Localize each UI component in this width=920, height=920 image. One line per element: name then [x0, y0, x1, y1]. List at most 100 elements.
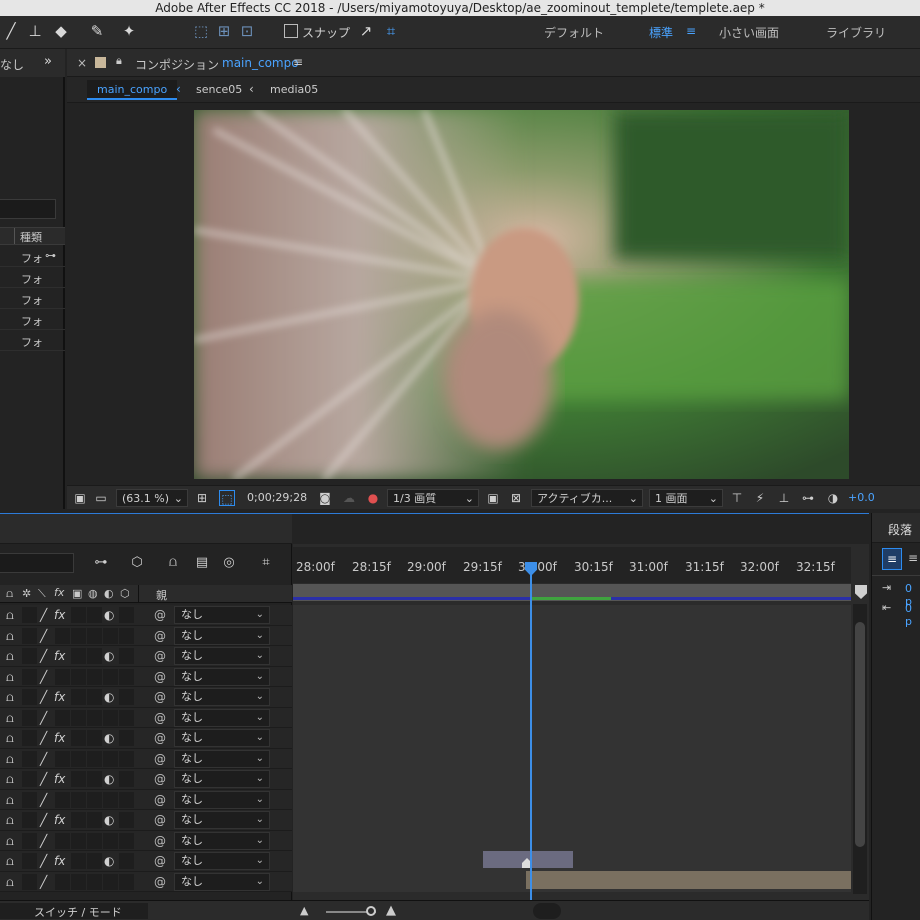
3d-switch[interactable]	[119, 730, 134, 746]
pick-whip-icon[interactable]: @	[154, 710, 166, 726]
shy-switch-icon[interactable]: ⩍	[6, 792, 14, 808]
playhead-line[interactable]	[530, 562, 532, 907]
3d-switch[interactable]	[119, 709, 134, 726]
effects-switch[interactable]	[55, 668, 70, 685]
layer-clip[interactable]	[526, 871, 851, 889]
motion-blur-switch[interactable]	[87, 709, 102, 726]
layer-row[interactable]: ⩍ ╱ fx ◐ @ なし ⌄	[0, 605, 292, 626]
effects-switch[interactable]	[55, 750, 70, 767]
effects-switch-icon[interactable]: fx	[54, 648, 65, 664]
motion-blur-switch[interactable]	[87, 730, 102, 746]
pick-whip-icon[interactable]: @	[154, 607, 166, 623]
parent-select[interactable]: なし ⌄	[174, 667, 270, 686]
collapse-switch[interactable]	[22, 853, 37, 869]
local-axis-icon[interactable]: ⬚	[190, 20, 212, 42]
quality-icon[interactable]: ⟍	[38, 587, 46, 601]
pick-whip-icon[interactable]: @	[154, 833, 166, 849]
pick-whip-icon[interactable]: @	[154, 730, 166, 746]
color-channels-icon[interactable]: ●	[365, 490, 381, 506]
project-row[interactable]: フォ	[0, 331, 65, 351]
layer-track[interactable]	[293, 789, 851, 810]
shy-layers-icon[interactable]: ⩍	[164, 554, 182, 572]
layer-search-input[interactable]	[0, 553, 74, 573]
frame-blend-icon[interactable]: ▣	[72, 587, 82, 600]
world-axis-icon[interactable]: ⊞	[213, 20, 235, 42]
parent-select[interactable]: なし ⌄	[174, 729, 270, 747]
quality-switch-icon[interactable]: ╱	[40, 607, 47, 623]
frame-blend-switch[interactable]	[71, 689, 86, 705]
layer-row[interactable]: ⩍ ╱ fx ◐ @ なし ⌄	[0, 810, 292, 831]
project-row[interactable]: フォ	[0, 268, 65, 288]
timeline-scroll-thumb[interactable]	[533, 903, 561, 919]
parent-select[interactable]: なし ⌄	[174, 831, 270, 850]
layer-row[interactable]: ⩍ ╱ fx ◐ @ なし ⌄	[0, 646, 292, 667]
snapshot-camera-icon[interactable]: ◙	[317, 490, 333, 506]
motion-blur-switch[interactable]	[87, 832, 102, 849]
timeline-icon[interactable]: ⊥	[776, 490, 792, 506]
motion-blur-switch[interactable]	[87, 607, 102, 623]
quality-switch-icon[interactable]: ╱	[40, 689, 47, 705]
parent-select[interactable]: なし ⌄	[174, 606, 270, 624]
3d-switch[interactable]	[119, 812, 134, 828]
parent-select[interactable]: なし ⌄	[174, 872, 270, 891]
parent-select[interactable]: なし ⌄	[174, 790, 270, 809]
adjustment-switch-icon[interactable]: ◐	[104, 689, 114, 705]
layer-track[interactable]	[293, 625, 851, 646]
frame-blending-icon[interactable]: ▤	[193, 554, 211, 572]
collapse-switch[interactable]	[22, 607, 37, 623]
motion-blur-icon[interactable]: ◎	[220, 554, 238, 572]
view-layout-select[interactable]: 1 画面 ⌄	[649, 489, 723, 507]
layer-row[interactable]: ⩍ ╱ @ なし ⌄	[0, 707, 292, 728]
layer-row[interactable]: ⩍ ╱ @ なし ⌄	[0, 748, 292, 769]
adjustment-switch-icon[interactable]: ◐	[104, 771, 114, 787]
frame-blend-switch[interactable]	[71, 648, 86, 664]
layer-track[interactable]	[293, 830, 851, 851]
shy-switch-icon[interactable]: ⩍	[6, 669, 14, 685]
shy-switch-icon[interactable]: ⩍	[6, 628, 14, 644]
quality-switch-icon[interactable]: ╱	[40, 853, 47, 869]
parent-select[interactable]: なし ⌄	[174, 770, 270, 788]
effects-switch-icon[interactable]: fx	[54, 607, 65, 623]
shy-switch-icon[interactable]: ⩍	[6, 689, 14, 705]
shy-switch-icon[interactable]: ⩍	[6, 607, 14, 623]
shy-switch-icon[interactable]: ⩍	[6, 812, 14, 828]
quality-switch-icon[interactable]: ╱	[40, 833, 47, 849]
roto-brush-tool-icon[interactable]: ✎	[86, 20, 108, 42]
collapse-switch[interactable]	[22, 832, 37, 849]
adjustment-switch[interactable]	[103, 873, 118, 890]
effects-switch-icon[interactable]: fx	[54, 771, 65, 787]
panel-overflow-icon[interactable]: »	[44, 54, 52, 69]
effects-switch-icon[interactable]: fx	[54, 853, 65, 869]
pick-whip-icon[interactable]: @	[154, 689, 166, 705]
timeline-zoom-thumb[interactable]	[366, 906, 376, 916]
collapse-switch[interactable]	[22, 873, 37, 890]
collapse-switch[interactable]	[22, 668, 37, 685]
motion-blur-switch[interactable]	[87, 853, 102, 869]
zoom-out-icon[interactable]: ▲	[300, 904, 308, 917]
adjustment-layer-icon[interactable]: ◐	[104, 587, 114, 600]
transparency-grid-icon[interactable]: ⊠	[508, 490, 524, 506]
layer-row[interactable]: ⩍ ╱ fx ◐ @ なし ⌄	[0, 769, 292, 790]
panel-menu-icon[interactable]: ≡	[293, 55, 303, 69]
parent-select[interactable]: なし ⌄	[174, 852, 270, 870]
motion-blur-switch[interactable]	[87, 791, 102, 808]
lock-icon[interactable]: 🔒︎	[116, 54, 122, 68]
motion-blur-switch[interactable]	[87, 627, 102, 644]
motion-blur-switch-icon[interactable]: ◍	[88, 587, 98, 600]
adjustment-switch[interactable]	[103, 709, 118, 726]
workspace-default[interactable]: デフォルト	[544, 24, 604, 41]
collapse-switch[interactable]	[22, 771, 37, 787]
timeline-scrollbar[interactable]	[853, 604, 867, 894]
motion-blur-switch[interactable]	[87, 689, 102, 705]
layer-track[interactable]	[293, 687, 851, 708]
work-area-end-marker[interactable]	[855, 585, 867, 599]
layer-track[interactable]	[293, 605, 851, 626]
collapse-icon[interactable]: ✲	[22, 587, 31, 600]
adjustment-switch[interactable]	[103, 791, 118, 808]
frame-blend-switch[interactable]	[71, 812, 86, 828]
pick-whip-icon[interactable]: @	[154, 812, 166, 828]
graph-editor-icon[interactable]: ⌗	[257, 554, 275, 572]
shy-icon[interactable]: ⩍	[6, 587, 13, 601]
zoom-in-icon[interactable]: ▲	[386, 903, 396, 918]
camera-view-select[interactable]: アクティブカ... ⌄	[531, 489, 643, 507]
